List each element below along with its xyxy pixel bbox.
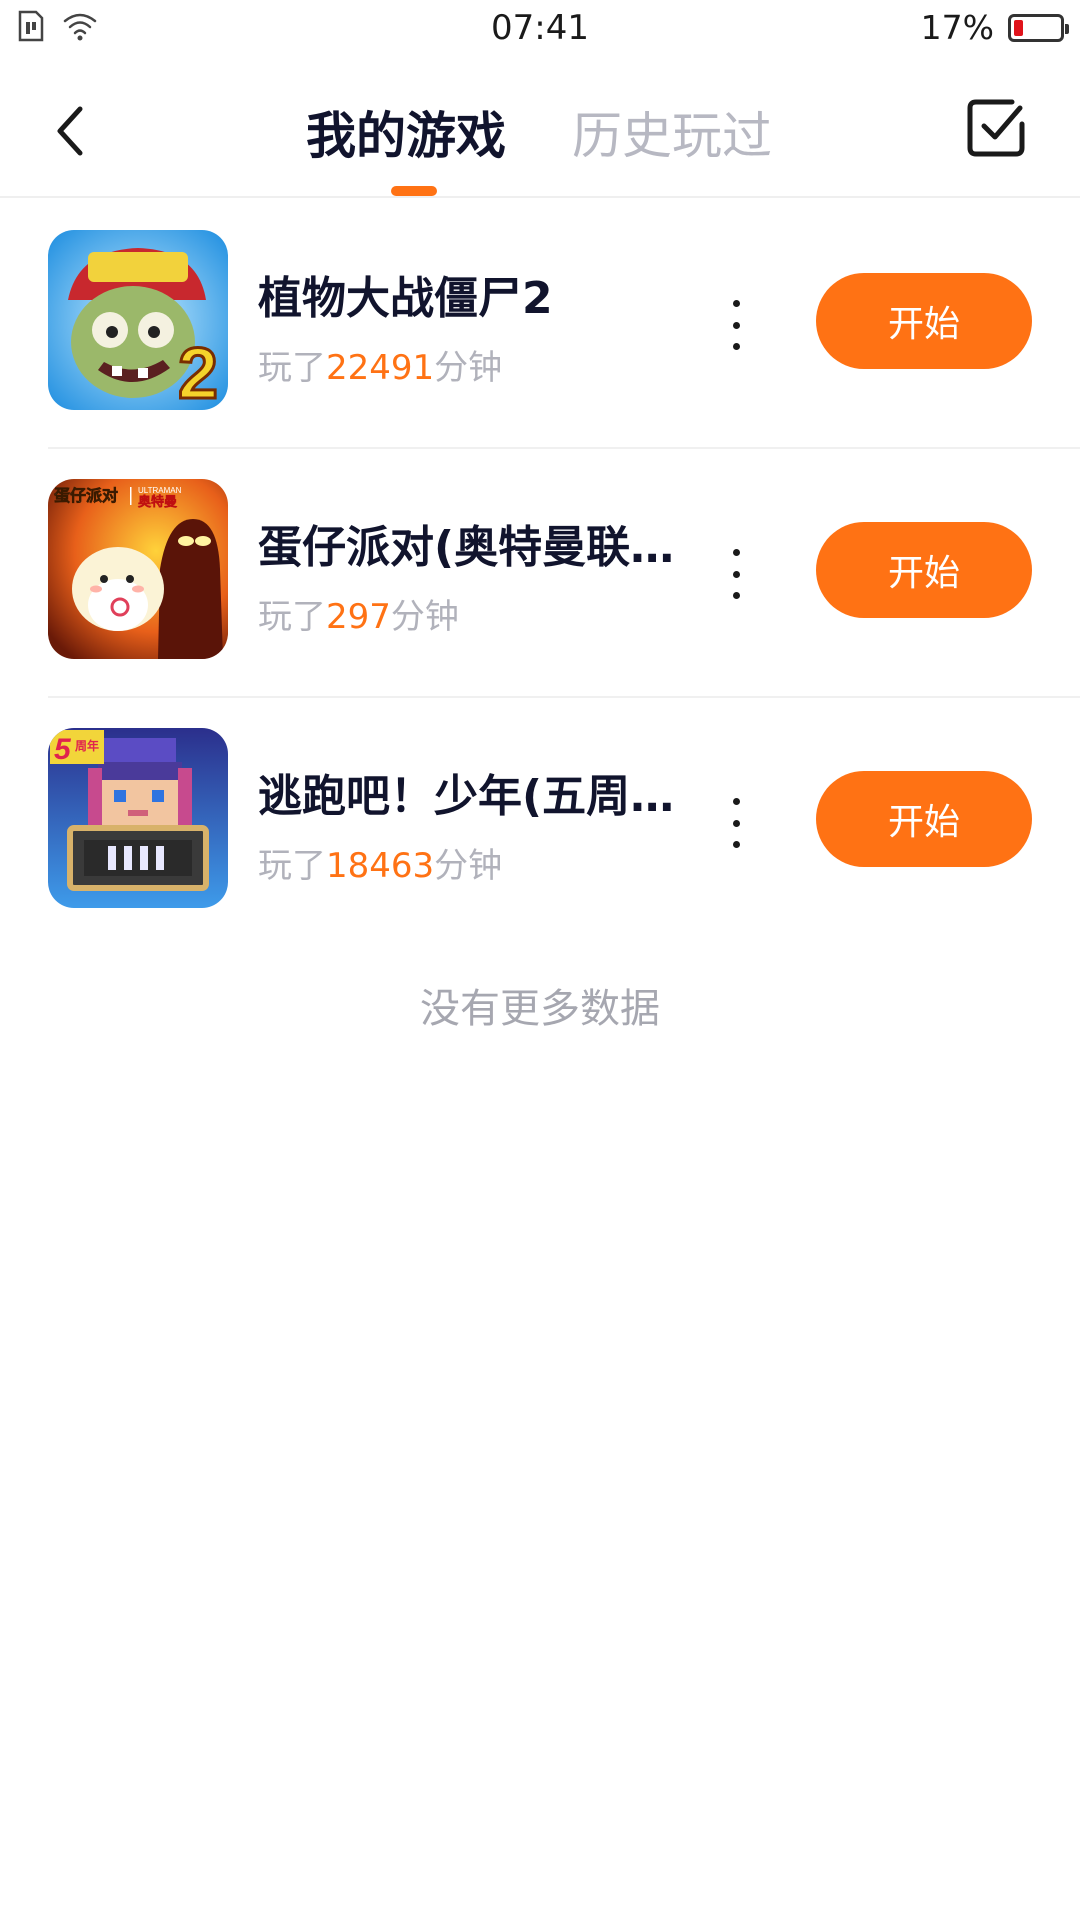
status-right: 17% — [920, 8, 1069, 47]
list-item[interactable]: 蛋仔派对 ULTRAMAN 奥特曼 蛋仔派对(奥特曼联… 玩了297分钟 开始 — [48, 449, 1080, 698]
game-title: 植物大战僵尸2 — [258, 273, 553, 324]
start-button[interactable]: 开始 — [816, 522, 1032, 618]
play-time-minutes: 297 — [326, 597, 391, 637]
eggy-party-ultraman-icon[interactable]: 蛋仔派对 ULTRAMAN 奥特曼 — [48, 479, 228, 659]
svg-text:奥特曼: 奥特曼 — [138, 494, 177, 510]
svg-text:5: 5 — [54, 733, 72, 766]
game-list: 2 植物大战僵尸2 玩了22491分钟 开始 蛋仔派对 ULTRAMAN 奥特曼… — [0, 200, 1080, 947]
header: 我的游戏 历史玩过 — [0, 60, 1080, 198]
more-options-icon[interactable] — [721, 300, 751, 350]
battery-icon — [1008, 13, 1069, 42]
tab-my-games[interactable]: 我的游戏 — [306, 96, 506, 168]
play-time-minutes: 22491 — [326, 348, 435, 388]
list-item[interactable]: 5 周年 逃跑吧！少年(五周… 玩了18463分钟 开始 — [48, 698, 1080, 947]
tab-bar: 我的游戏 历史玩过 — [0, 60, 1080, 196]
battery-percent: 17% — [920, 8, 994, 47]
svg-text:周年: 周年 — [75, 738, 99, 753]
plants-vs-zombies-2-icon[interactable]: 2 — [48, 230, 228, 410]
run-boy-5th-anniversary-icon[interactable]: 5 周年 — [48, 728, 228, 908]
play-time-suffix: 分钟 — [390, 597, 459, 637]
play-time-prefix: 玩了 — [258, 846, 326, 886]
svg-text:蛋仔派对: 蛋仔派对 — [54, 486, 118, 505]
play-time-minutes: 18463 — [326, 846, 435, 886]
play-time: 玩了297分钟 — [258, 589, 459, 638]
play-time-prefix: 玩了 — [258, 597, 326, 637]
svg-text:2: 2 — [178, 334, 218, 410]
svg-text:ULTRAMAN: ULTRAMAN — [138, 486, 182, 495]
start-button[interactable]: 开始 — [816, 771, 1032, 867]
game-title: 逃跑吧！少年(五周… — [258, 771, 675, 822]
no-more-data-text: 没有更多数据 — [420, 986, 660, 1032]
list-item[interactable]: 2 植物大战僵尸2 玩了22491分钟 开始 — [48, 200, 1080, 449]
checkbox-icon — [967, 99, 1025, 157]
play-time: 玩了18463分钟 — [258, 838, 502, 887]
tab-history-played[interactable]: 历史玩过 — [572, 96, 772, 168]
play-time-suffix: 分钟 — [434, 348, 503, 388]
status-time: 07:41 — [491, 8, 589, 48]
start-button[interactable]: 开始 — [816, 273, 1032, 369]
tab-indicator — [391, 186, 437, 196]
play-time: 玩了22491分钟 — [258, 340, 502, 389]
game-title: 蛋仔派对(奥特曼联… — [258, 522, 675, 573]
battery-fill — [1014, 19, 1023, 36]
status-bar: 07:41 17% — [0, 0, 1080, 60]
play-time-suffix: 分钟 — [434, 846, 503, 886]
manage-button[interactable] — [964, 96, 1028, 160]
more-options-icon[interactable] — [721, 798, 751, 848]
more-options-icon[interactable] — [721, 549, 751, 599]
play-time-prefix: 玩了 — [258, 348, 326, 388]
